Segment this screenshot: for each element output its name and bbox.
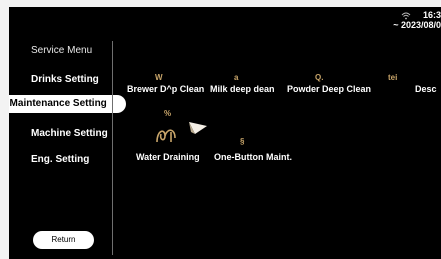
sidebar-item-eng-setting[interactable]: Eng. Setting: [31, 154, 89, 165]
brewer-clean-icon[interactable]: W: [155, 73, 163, 82]
descale-icon[interactable]: tei: [388, 73, 397, 82]
one-button-maint-icon[interactable]: §: [240, 137, 244, 146]
sidebar-item-machine-setting[interactable]: Machine Setting: [31, 128, 108, 139]
clock-date: ~ 2023/08/0: [393, 20, 441, 30]
powder-clean-icon[interactable]: Q.: [315, 73, 323, 82]
tile-one-button-maint[interactable]: One-Button Maint.: [214, 152, 292, 162]
sidebar-title: Service Menu: [31, 45, 93, 56]
water-draining-icon[interactable]: [155, 126, 177, 144]
status-bar: 16:3 ~ 2023/08/0: [393, 10, 441, 30]
tile-descale[interactable]: Desc: [415, 84, 437, 94]
sidebar-item-drinks-setting[interactable]: Drinks Setting: [31, 74, 99, 85]
sidebar: Service Menu Drinks Setting l Maintenanc…: [9, 7, 126, 259]
return-button[interactable]: Return: [33, 231, 94, 249]
touch-cursor-icon: [189, 122, 207, 134]
milk-clean-icon[interactable]: a: [234, 73, 238, 82]
sidebar-item-maintenance-setting[interactable]: l Maintenance Setting: [9, 95, 126, 113]
sidebar-divider: [112, 41, 113, 255]
tile-brewer-deep-clean[interactable]: Brewer D^p Clean: [127, 84, 204, 94]
water-draining-percent-icon: %: [164, 109, 172, 118]
touch-screen: 16:3 ~ 2023/08/0 Service Menu Drinks Set…: [9, 7, 441, 259]
wifi-icon: [401, 12, 411, 20]
tile-powder-deep-clean[interactable]: Powder Deep Clean: [287, 84, 371, 94]
tile-milk-deep-clean[interactable]: Milk deep dean: [210, 84, 275, 94]
tile-water-draining[interactable]: Water Draining: [136, 152, 200, 162]
